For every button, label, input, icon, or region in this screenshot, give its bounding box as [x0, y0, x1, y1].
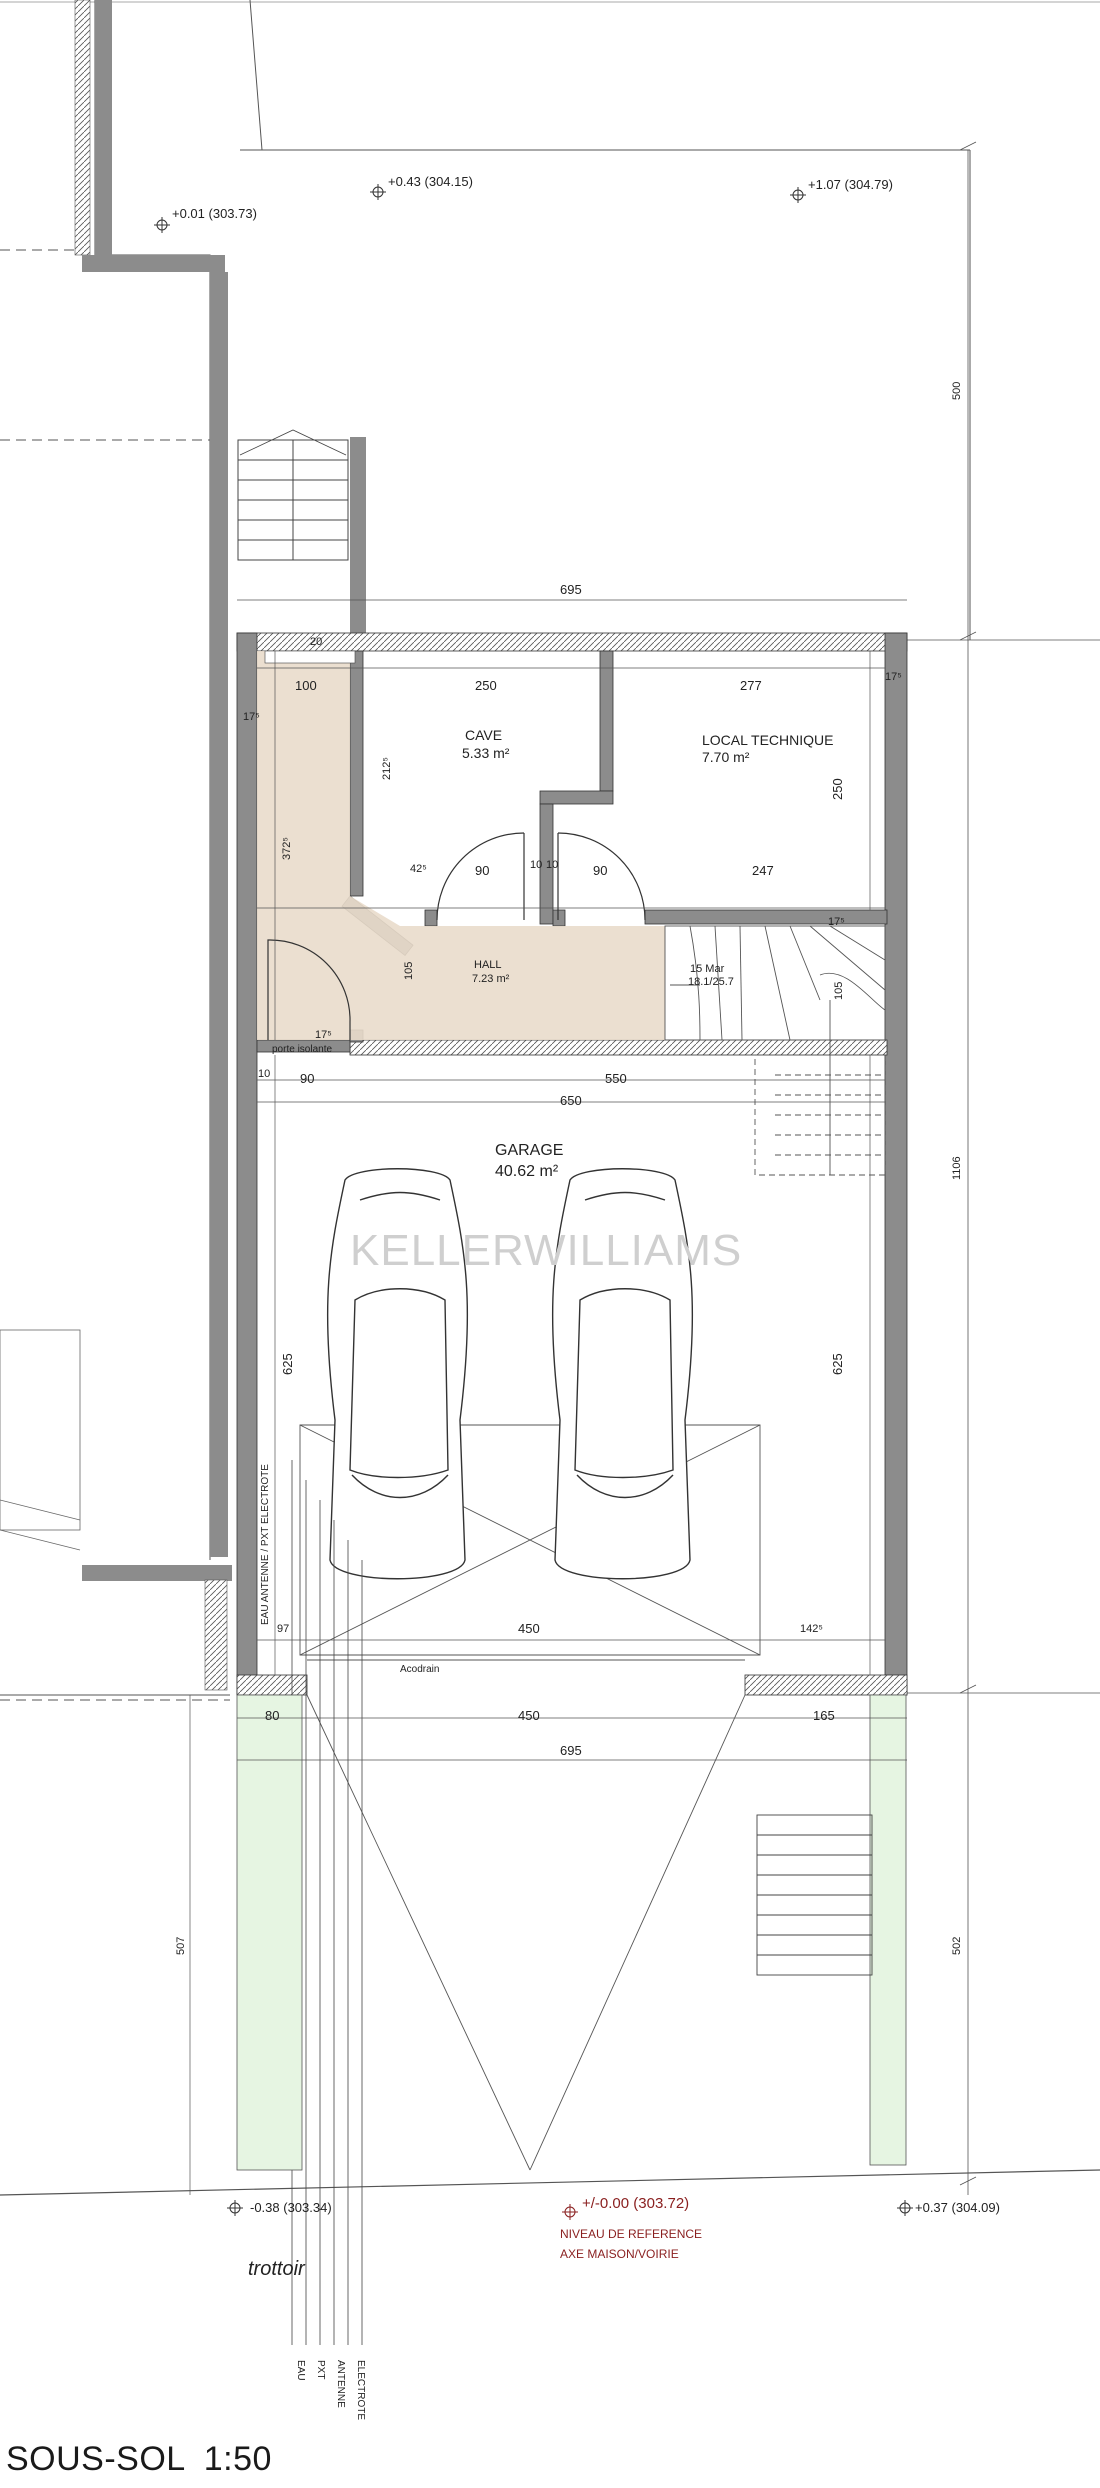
room-hall-area: 7.23 m²	[472, 973, 510, 985]
drawing-title-text: SOUS-SOL	[6, 2440, 186, 2478]
dim-175-c: 17⁵	[828, 916, 845, 928]
watermark: KELLERWILLIAMS	[350, 1226, 742, 1275]
room-local-technique-area: 7.70 m²	[702, 749, 750, 765]
dim-500: 500	[951, 382, 963, 400]
dim-250-h: 250	[475, 678, 497, 693]
label-service-antenne: ANTENNE	[335, 2360, 346, 2408]
dim-1106: 1106	[951, 1156, 963, 1180]
level-top-right: +1.07 (304.79)	[808, 177, 893, 192]
dim-42: 42⁵	[410, 863, 427, 875]
floor-plan: KELLERWILLIAMS +0.01 (303.73) +0.43 (304…	[0, 0, 1100, 2420]
label-service-pxt: PXT	[315, 2360, 326, 2379]
dim-165: 165	[813, 1708, 835, 1723]
dim-277: 277	[740, 678, 762, 693]
drawing-scale: 1:50	[203, 2440, 272, 2478]
dim-175-d: 17⁵	[315, 1029, 332, 1041]
stair-ratio: 18.1/25.7	[688, 976, 734, 988]
front-garden	[236, 1694, 907, 2171]
stair-marches: 15 Mar	[690, 963, 725, 975]
dim-10-c: 10	[258, 1068, 270, 1080]
dim-250-v: 250	[830, 778, 845, 800]
hall-threshold	[264, 650, 356, 664]
room-cave-area: 5.33 m²	[462, 745, 510, 761]
dim-100: 100	[295, 678, 317, 693]
dim-142: 142⁵	[800, 1623, 823, 1635]
dim-90-a: 90	[475, 863, 489, 878]
dim-695-top: 695	[560, 582, 582, 597]
room-garage-area: 40.62 m²	[495, 1163, 559, 1180]
label-service-eau: EAU	[295, 2360, 306, 2381]
dim-175-a: 17⁵	[243, 711, 260, 723]
exterior-stair	[237, 429, 366, 637]
dim-695-bot: 695	[560, 1743, 582, 1758]
dim-650: 650	[560, 1093, 582, 1108]
dim-175-b: 17⁵	[885, 671, 902, 683]
dim-507: 507	[175, 1937, 187, 1955]
level-bottom-left: -0.38 (303.34)	[250, 2200, 332, 2215]
level-top-mid: +0.43 (304.15)	[388, 174, 473, 189]
room-cave-name: CAVE	[465, 727, 502, 743]
site-boundary	[0, 0, 1100, 2196]
dim-10-b: 10	[546, 859, 558, 871]
dim-105-b: 105	[833, 982, 845, 1000]
dim-90-b: 90	[593, 863, 607, 878]
reference-label-1: NIVEAU DE REFERENCE	[560, 2227, 702, 2241]
dim-550: 550	[605, 1071, 627, 1086]
reference-level: +/-0.00 (303.72)	[582, 2195, 689, 2212]
label-trottoir: trottoir	[248, 2258, 306, 2280]
dim-247: 247	[752, 863, 774, 878]
dim-90-c: 90	[300, 1071, 314, 1086]
room-hall-name: HALL	[474, 959, 502, 971]
dim-502: 502	[951, 1937, 963, 1955]
dim-450-b: 450	[518, 1708, 540, 1723]
label-acodrain: Acodrain	[400, 1664, 439, 1675]
dim-105-a: 105	[403, 962, 415, 980]
right-dimension-chain	[900, 141, 1100, 2195]
label-service-elec: ELECTROTE	[355, 2360, 366, 2420]
level-top-left: +0.01 (303.73)	[172, 206, 257, 221]
label-services-garage: EAU ANTENNE / PXT ELECTROTE	[260, 1464, 271, 1625]
dim-80: 80	[265, 1708, 279, 1723]
dim-10-a: 10	[530, 859, 542, 871]
reference-label-2: AXE MAISON/VOIRIE	[560, 2247, 679, 2261]
dim-212: 212⁵	[381, 757, 393, 780]
dim-450-a: 450	[518, 1621, 540, 1636]
dim-97: 97	[277, 1623, 289, 1635]
room-garage-name: GARAGE	[495, 1142, 563, 1159]
room-local-technique-name: LOCAL TECHNIQUE	[702, 732, 833, 748]
dim-372: 372⁵	[281, 837, 293, 860]
level-bottom-right: +0.37 (304.09)	[915, 2200, 1000, 2215]
dim-625-a: 625	[280, 1353, 295, 1375]
dim-625-b: 625	[830, 1353, 845, 1375]
neighbour-wall	[0, 0, 232, 1691]
dim-20: 20	[310, 636, 322, 648]
drawing-title: SOUS-SOL 1:50	[6, 2440, 272, 2479]
label-porte-isolante: porte isolante	[272, 1044, 332, 1055]
